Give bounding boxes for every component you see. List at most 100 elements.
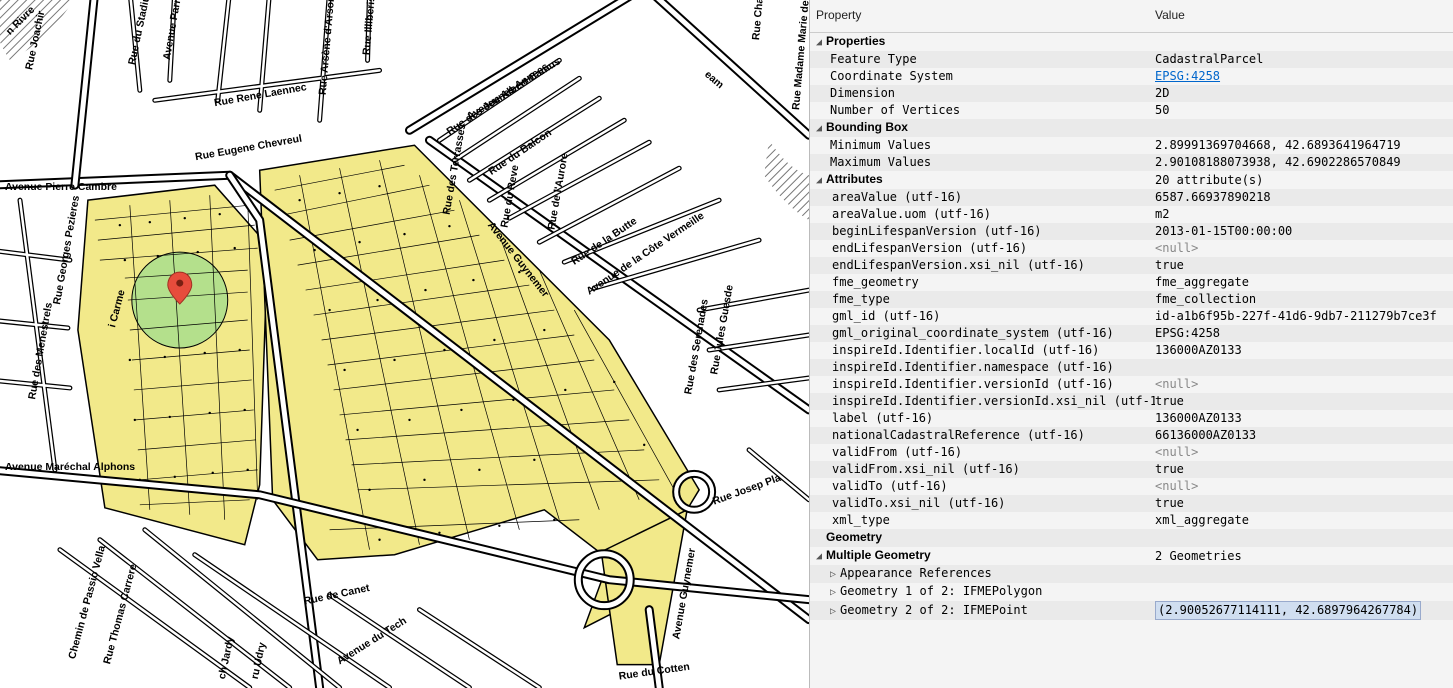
prop-crs[interactable]: Coordinate System EPSG:4258 <box>810 68 1453 85</box>
attr-row[interactable]: inspireId.Identifier.namespace (utf-16) <box>810 359 1453 376</box>
attr-row[interactable]: validFrom.xsi_nil (utf-16)true <box>810 461 1453 478</box>
svg-text:Rue Illiberis: Rue Illiberis <box>362 0 378 56</box>
attr-key: inspireId.Identifier.localId (utf-16) <box>810 342 1155 359</box>
prop-bbox-min[interactable]: Minimum Values 2.89991369704668, 42.6893… <box>810 137 1453 154</box>
attr-row[interactable]: areaValue (utf-16)6587.66937890218 <box>810 189 1453 206</box>
attr-key: inspireId.Identifier.namespace (utf-16) <box>810 359 1155 376</box>
attr-value: true <box>1155 393 1453 410</box>
attr-key: validFrom (utf-16) <box>810 444 1155 461</box>
prop-feature-type[interactable]: Feature Type CadastralParcel <box>810 51 1453 68</box>
svg-text:Avenue Maréchal Alphons: Avenue Maréchal Alphons <box>5 462 135 473</box>
attr-row[interactable]: validFrom (utf-16)<null> <box>810 444 1453 461</box>
attr-key: endLifespanVersion (utf-16) <box>810 240 1155 257</box>
attr-key: inspireId.Identifier.versionId.xsi_nil (… <box>810 393 1155 410</box>
attr-row[interactable]: endLifespanVersion (utf-16)<null> <box>810 240 1453 257</box>
attr-key: nationalCadastralReference (utf-16) <box>810 427 1155 444</box>
attr-row[interactable]: fme_geometryfme_aggregate <box>810 274 1453 291</box>
svg-text:Rue de Canet: Rue de Canet <box>303 583 371 608</box>
attr-key: gml_original_coordinate_system (utf-16) <box>810 325 1155 342</box>
svg-text:Rue Charles: Rue Charles <box>751 0 767 41</box>
attr-value: <null> <box>1155 444 1453 461</box>
prop-dimension[interactable]: Dimension 2D <box>810 85 1453 102</box>
prop-num-vertices[interactable]: Number of Vertices 50 <box>810 102 1453 119</box>
prop-bbox-max[interactable]: Maximum Values 2.90108188073938, 42.6902… <box>810 154 1453 171</box>
attr-value: 136000AZ0133 <box>1155 342 1453 359</box>
expand-icon[interactable]: ◢ <box>816 548 826 565</box>
geometry-1[interactable]: ▷Geometry 1 of 2: IFMEPolygon <box>810 583 1453 601</box>
svg-text:Rue des Serenades: Rue des Serenades <box>683 298 711 395</box>
map-viewport[interactable]: Avenue Pierre Cambre Rue Joachir n Rivre… <box>0 0 810 688</box>
attr-value: true <box>1155 495 1453 512</box>
collapse-icon[interactable]: ▷ <box>830 584 840 601</box>
crs-link[interactable]: EPSG:4258 <box>1155 69 1220 83</box>
properties-table-header: Property Value <box>810 0 1453 33</box>
attr-key: xml_type <box>810 512 1155 529</box>
expand-icon[interactable]: ◢ <box>816 172 826 189</box>
svg-text:ru Udry: ru Udry <box>250 641 269 680</box>
group-appearance-refs[interactable]: ▷Appearance References <box>810 565 1453 583</box>
svg-text:Rue Eugene Chevreul: Rue Eugene Chevreul <box>194 134 303 164</box>
group-properties[interactable]: ◢Properties <box>810 33 1453 51</box>
attr-row[interactable]: endLifespanVersion.xsi_nil (utf-16)true <box>810 257 1453 274</box>
expand-icon[interactable]: ◢ <box>816 120 826 137</box>
attr-value: m2 <box>1155 206 1453 223</box>
attr-key: validTo (utf-16) <box>810 478 1155 495</box>
attr-value: <null> <box>1155 478 1453 495</box>
svg-text:Avenue de la Côte Vermeille: Avenue de la Côte Vermeille <box>585 210 707 297</box>
group-multiple-geometry[interactable]: ◢Multiple Geometry 2 Geometries <box>810 547 1453 565</box>
attr-value: xml_aggregate <box>1155 512 1453 529</box>
geometry-2[interactable]: ▷Geometry 2 of 2: IFMEPoint (2.900526771… <box>810 601 1453 620</box>
attr-row[interactable]: inspireId.Identifier.versionId.xsi_nil (… <box>810 393 1453 410</box>
attr-key: endLifespanVersion.xsi_nil (utf-16) <box>810 257 1155 274</box>
attr-row[interactable]: validTo (utf-16)<null> <box>810 478 1453 495</box>
collapse-icon[interactable]: ▷ <box>830 603 840 620</box>
attr-value: 66136000AZ0133 <box>1155 427 1453 444</box>
svg-text:Rue Jules Guesde: Rue Jules Guesde <box>709 284 736 375</box>
feature-properties-panel[interactable]: Property Value ◢Properties Feature Type … <box>810 0 1453 688</box>
svg-text:Rue Thomas Carrere: Rue Thomas Carrere <box>102 563 139 665</box>
svg-text:Rue Arsène d'Arsonval: Rue Arsène d'Arsonval <box>318 0 339 96</box>
attr-row[interactable]: inspireId.Identifier.localId (utf-16)136… <box>810 342 1453 359</box>
attr-value: true <box>1155 257 1453 274</box>
attr-value: <null> <box>1155 240 1453 257</box>
svg-text:Avenue Parres: Avenue Parres <box>162 0 186 61</box>
attr-value: 2013-01-15T00:00:00 <box>1155 223 1453 240</box>
attr-row[interactable]: fme_typefme_collection <box>810 291 1453 308</box>
collapse-icon[interactable]: ▷ <box>830 566 840 583</box>
attr-row[interactable]: validTo.xsi_nil (utf-16)true <box>810 495 1453 512</box>
attr-value: fme_aggregate <box>1155 274 1453 291</box>
attr-row[interactable]: xml_typexml_aggregate <box>810 512 1453 529</box>
geometry-2-value-selected[interactable]: (2.90052677114111, 42.6897964267784) <box>1155 601 1421 620</box>
attr-value: fme_collection <box>1155 291 1453 308</box>
attr-value: true <box>1155 461 1453 478</box>
attr-row[interactable]: inspireId.Identifier.versionId (utf-16)<… <box>810 376 1453 393</box>
header-value: Value <box>1155 8 1185 22</box>
attr-key: validFrom.xsi_nil (utf-16) <box>810 461 1155 478</box>
attr-key: areaValue (utf-16) <box>810 189 1155 206</box>
group-attributes[interactable]: ◢Attributes 20 attribute(s) <box>810 171 1453 189</box>
attr-value: EPSG:4258 <box>1155 325 1453 342</box>
expand-icon[interactable]: ◢ <box>816 34 826 51</box>
attr-row[interactable]: gml_original_coordinate_system (utf-16)E… <box>810 325 1453 342</box>
properties-table: ◢Properties Feature Type CadastralParcel… <box>810 33 1453 620</box>
attr-value: <null> <box>1155 376 1453 393</box>
attr-key: areaValue.uom (utf-16) <box>810 206 1155 223</box>
group-geometry[interactable]: ◢Geometry <box>810 529 1453 547</box>
attr-key: validTo.xsi_nil (utf-16) <box>810 495 1155 512</box>
attr-value: id-a1b6f95b-227f-41d6-9db7-211279b7ce3f <box>1155 308 1453 325</box>
attr-key: gml_id (utf-16) <box>810 308 1155 325</box>
attr-row[interactable]: beginLifespanVersion (utf-16)2013-01-15T… <box>810 223 1453 240</box>
map-svg[interactable]: Avenue Pierre Cambre Rue Joachir n Rivre… <box>0 0 809 688</box>
attr-key: fme_geometry <box>810 274 1155 291</box>
attr-row[interactable]: nationalCadastralReference (utf-16)66136… <box>810 427 1453 444</box>
svg-text:Avenue Pierre Cambre: Avenue Pierre Cambre <box>5 182 117 193</box>
attr-value: 6587.66937890218 <box>1155 189 1453 206</box>
attr-row[interactable]: label (utf-16)136000AZ0133 <box>810 410 1453 427</box>
attr-row[interactable]: areaValue.uom (utf-16)m2 <box>810 206 1453 223</box>
group-bounding-box[interactable]: ◢Bounding Box <box>810 119 1453 137</box>
svg-text:Rue Josep Pla: Rue Josep Pla <box>711 473 782 508</box>
header-property: Property <box>810 8 1155 22</box>
attr-key: fme_type <box>810 291 1155 308</box>
attr-key: beginLifespanVersion (utf-16) <box>810 223 1155 240</box>
attr-row[interactable]: gml_id (utf-16)id-a1b6f95b-227f-41d6-9db… <box>810 308 1453 325</box>
